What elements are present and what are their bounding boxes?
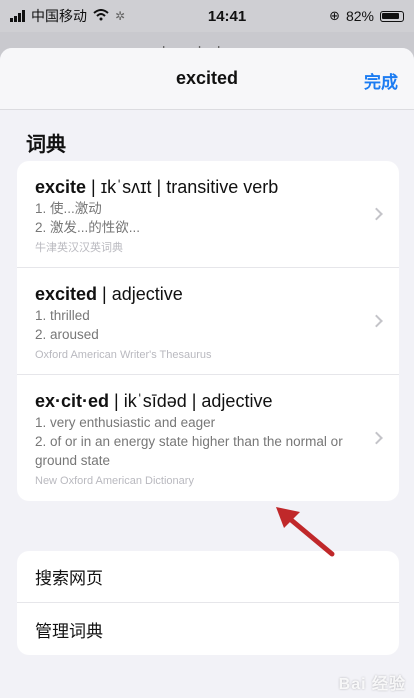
entry-definition-2: 2. of or in an energy state higher than … xyxy=(35,434,343,468)
dictionary-section-title: 词典 xyxy=(26,134,66,156)
status-bar: 中国移动 ✲ 14:41 ⊕ 82% xyxy=(0,0,414,32)
chevron-right-icon xyxy=(370,207,383,221)
dictionary-sheet: excited 完成 词典 excite | ɪkˈsʌɪt | transit… xyxy=(0,48,414,698)
battery-icon xyxy=(380,10,404,22)
entry-definition-1: 1. thrilled xyxy=(35,308,90,323)
status-left: 中国移动 ✲ xyxy=(10,6,125,26)
status-time: 14:41 xyxy=(207,7,247,25)
entry-pos: | ɪkˈsʌɪt | transitive verb xyxy=(86,177,279,197)
entry-source: 牛津英汉汉英词典 xyxy=(35,242,123,254)
entry-definition-1: 1. very enthusiastic and eager xyxy=(35,415,216,430)
actions-card: 搜索网页 管理词典 xyxy=(17,551,399,655)
watermark-logo: Bai 经验 xyxy=(338,676,406,693)
entry-word: ex·cit·ed xyxy=(35,391,110,411)
search-web-button[interactable]: 搜索网页 xyxy=(17,551,399,603)
sheet-header: excited 完成 xyxy=(0,48,414,110)
done-button[interactable]: 完成 xyxy=(364,68,398,93)
entry-pos: | adjective xyxy=(97,284,183,304)
status-right: ⊕ 82% xyxy=(329,8,404,24)
wifi-icon xyxy=(93,8,109,24)
entry-source: New Oxford American Dictionary xyxy=(35,475,194,487)
entry-definition-2: 2. 激发...的性欲... xyxy=(35,220,141,235)
chevron-right-icon xyxy=(370,314,383,328)
entry-pos: | ikˈsīdəd | adjective xyxy=(109,391,273,411)
entry-headline: ex·cit·ed | ikˈsīdəd | adjective xyxy=(35,389,359,413)
sheet-title: excited xyxy=(175,68,239,88)
battery-percent: 82% xyxy=(345,8,374,24)
dictionary-entry-excited-thesaurus[interactable]: excited | adjective 1. thrilled 2. arous… xyxy=(17,268,399,375)
chevron-right-icon xyxy=(370,431,383,445)
carrier-label: 中国移动 xyxy=(31,8,87,24)
entry-source: Oxford American Writer's Thesaurus xyxy=(35,349,212,361)
activity-icon: ✲ xyxy=(115,9,126,23)
entry-headline: excited | adjective xyxy=(35,282,359,306)
entry-definition-1: 1. 使...激动 xyxy=(35,201,102,216)
entry-word: excite xyxy=(35,177,87,197)
dictionary-entries-card: excite | ɪkˈsʌɪt | transitive verb 1. 使.… xyxy=(17,161,399,501)
signal-icon xyxy=(10,10,25,22)
entry-definition-2: 2. aroused xyxy=(35,327,99,342)
orientation-lock-icon: ⊕ xyxy=(329,8,340,23)
manage-dictionaries-button[interactable]: 管理词典 xyxy=(17,603,399,655)
entry-word: excited xyxy=(35,284,98,304)
dictionary-entry-excited-noad[interactable]: ex·cit·ed | ikˈsīdəd | adjective 1. very… xyxy=(17,375,399,501)
annotation-arrow-icon xyxy=(276,507,335,557)
dictionary-entry-excite[interactable]: excite | ɪkˈsʌɪt | transitive verb 1. 使.… xyxy=(17,161,399,268)
entry-headline: excite | ɪkˈsʌɪt | transitive verb xyxy=(35,175,359,199)
